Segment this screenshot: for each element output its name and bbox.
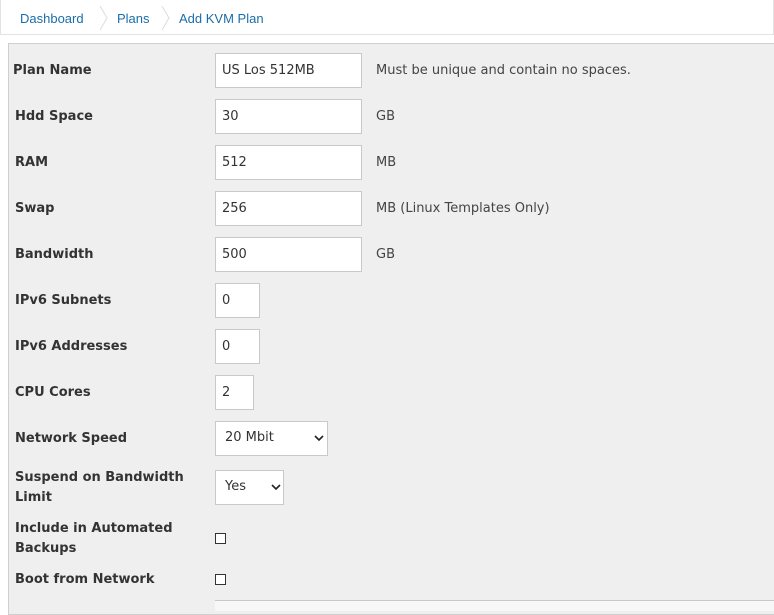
bandwidth-label: Bandwidth <box>15 247 94 262</box>
cpu-cores-label: CPU Cores <box>15 385 91 400</box>
plan-name-input[interactable] <box>215 53 362 88</box>
swap-input[interactable] <box>215 191 362 226</box>
ipv6-subnets-input[interactable] <box>215 283 260 318</box>
plan-name-label: Plan Name <box>13 63 92 78</box>
ipv6-subnets-label: IPv6 Subnets <box>15 293 112 308</box>
bandwidth-input[interactable] <box>215 237 362 272</box>
breadcrumb-current-page[interactable]: Add KVM Plan <box>179 11 264 26</box>
network-speed-select[interactable]: 20 Mbit <box>215 421 328 456</box>
swap-label: Swap <box>15 201 55 216</box>
suspend-bandwidth-select[interactable]: Yes <box>215 470 284 505</box>
boot-from-network-label: Boot from Network <box>15 572 155 587</box>
chevron-down-icon <box>271 484 281 491</box>
ram-input[interactable] <box>215 145 362 180</box>
ram-label: RAM <box>15 155 49 170</box>
breadcrumb-separator-icon <box>161 6 170 30</box>
plan-name-hint: Must be unique and contain no spaces. <box>376 63 631 78</box>
breadcrumb-plans-link[interactable]: Plans <box>117 11 150 26</box>
automated-backups-checkbox[interactable] <box>215 533 226 544</box>
hdd-space-unit: GB <box>376 109 395 124</box>
ram-unit: MB <box>376 155 397 170</box>
automated-backups-label-line1: Include in Automated <box>15 521 173 536</box>
automated-backups-label-line2: Backups <box>15 541 77 556</box>
chevron-down-icon <box>314 435 324 442</box>
breadcrumb-dashboard-link[interactable]: Dashboard <box>20 11 84 26</box>
next-field-partial[interactable] <box>215 600 774 611</box>
suspend-bandwidth-value: Yes <box>225 479 246 494</box>
bandwidth-unit: GB <box>376 247 395 262</box>
hdd-space-input[interactable] <box>215 99 362 134</box>
breadcrumb: Dashboard Plans Add KVM Plan <box>0 0 774 35</box>
ipv6-addresses-input[interactable] <box>215 329 260 364</box>
boot-from-network-checkbox[interactable] <box>215 574 226 585</box>
suspend-bandwidth-label-line1: Suspend on Bandwidth <box>15 470 184 485</box>
ipv6-addresses-label: IPv6 Addresses <box>15 339 128 354</box>
hdd-space-label: Hdd Space <box>15 109 93 124</box>
suspend-bandwidth-label-line2: Limit <box>15 490 52 505</box>
swap-unit: MB (Linux Templates Only) <box>376 201 550 216</box>
breadcrumb-separator-icon <box>99 6 108 30</box>
cpu-cores-input[interactable] <box>215 375 254 410</box>
network-speed-label: Network Speed <box>15 431 128 446</box>
network-speed-value: 20 Mbit <box>225 430 274 445</box>
